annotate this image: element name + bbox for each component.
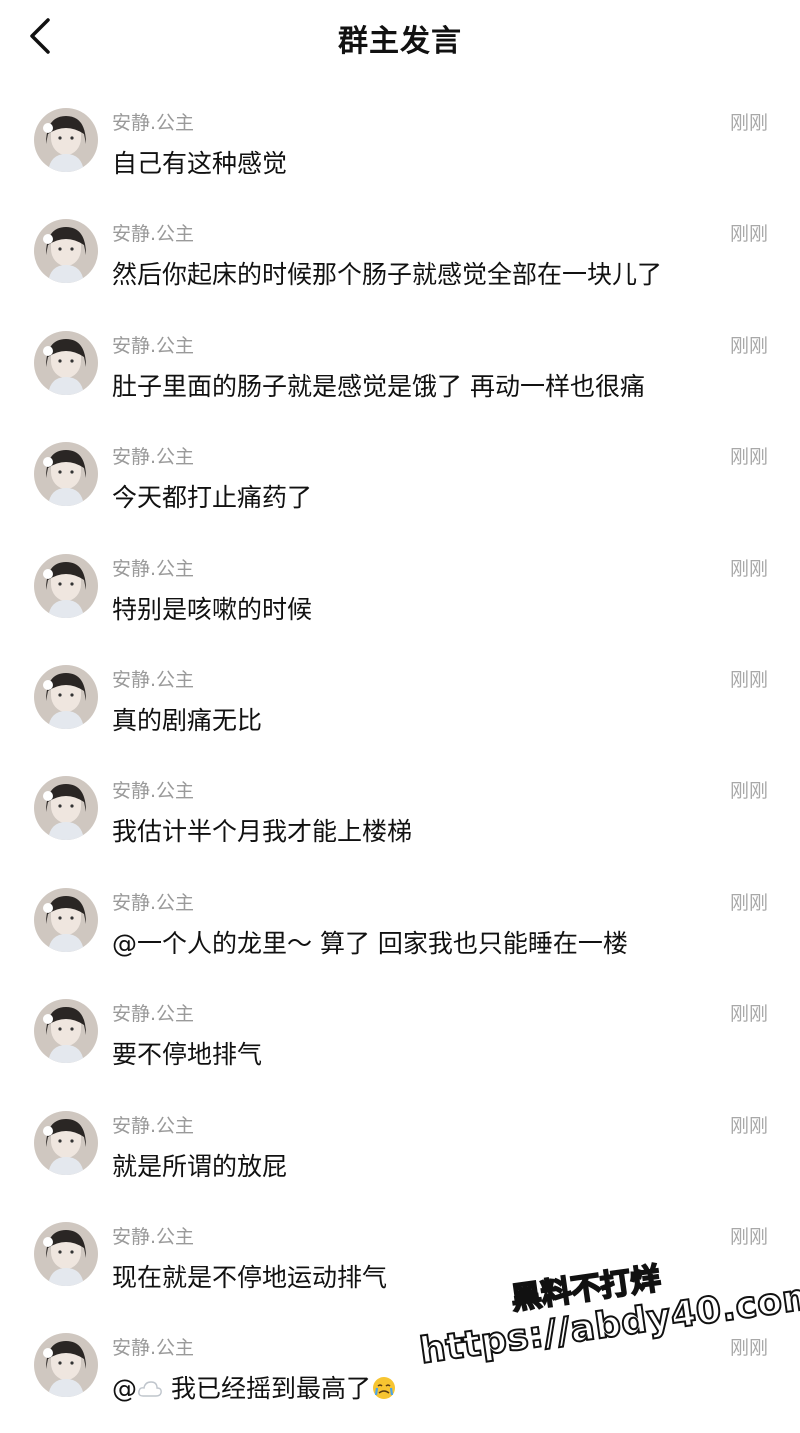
message-item[interactable]: 安静.公主 刚刚 现在就是不停地运动排气 bbox=[0, 1210, 800, 1321]
message-time: 刚刚 bbox=[729, 112, 768, 134]
message-time: 刚刚 bbox=[729, 1225, 768, 1248]
message-item[interactable]: 安静.公主 刚刚 真的剧痛无比 bbox=[0, 653, 800, 764]
message-text: 肚子里面的肠子就是感觉是饿了 再动一样也很痛 bbox=[112, 371, 645, 401]
message-text-suffix: 我已经摇到最高了 bbox=[163, 1374, 371, 1404]
sender-name: 安静.公主 bbox=[112, 112, 195, 134]
message-time: 刚刚 bbox=[729, 1003, 768, 1026]
avatar[interactable] bbox=[34, 887, 98, 952]
message-item[interactable]: 安静.公主 刚刚 @一个人的龙里～ 算了 回家我也只能睡在一楼 bbox=[0, 876, 800, 987]
avatar[interactable] bbox=[34, 219, 98, 284]
sender-name: 安静.公主 bbox=[112, 223, 195, 246]
sender-name: 安静.公主 bbox=[112, 446, 195, 469]
sender-name: 安静.公主 bbox=[112, 334, 195, 357]
avatar[interactable] bbox=[34, 776, 98, 841]
message-item[interactable]: 安静.公主 刚刚 特别是咳嗽的时候 bbox=[0, 542, 800, 653]
message-text: 然后你起床的时候那个肠子就感觉全部在一块儿了 bbox=[112, 260, 663, 290]
avatar[interactable] bbox=[34, 1333, 98, 1398]
message-time: 刚刚 bbox=[729, 334, 768, 357]
message-item[interactable]: 安静.公主 刚刚 自己有这种感觉 bbox=[0, 96, 800, 207]
message-text: @一个人的龙里～ 算了 回家我也只能睡在一楼 bbox=[112, 928, 628, 958]
sender-name: 安静.公主 bbox=[112, 891, 195, 914]
avatar[interactable] bbox=[34, 330, 98, 395]
message-text: 真的剧痛无比 bbox=[112, 705, 263, 735]
message-time: 刚刚 bbox=[729, 1114, 768, 1137]
message-time: 刚刚 bbox=[729, 668, 768, 691]
avatar[interactable] bbox=[34, 999, 98, 1064]
message-text: 就是所谓的放屁 bbox=[112, 1151, 288, 1181]
crying-face-emoji-icon bbox=[372, 1377, 395, 1400]
avatar[interactable] bbox=[34, 664, 98, 729]
cloud-emoji-icon bbox=[138, 1381, 162, 1397]
message-time: 刚刚 bbox=[729, 557, 768, 580]
message-item[interactable]: 安静.公主 刚刚 我估计半个月我才能上楼梯 bbox=[0, 764, 800, 875]
message-item[interactable]: 安静.公主 刚刚 要不停地排气 bbox=[0, 987, 800, 1098]
message-text: 自己有这种感觉 bbox=[112, 149, 288, 178]
message-text: 我估计半个月我才能上楼梯 bbox=[112, 817, 413, 847]
avatar[interactable] bbox=[34, 442, 98, 507]
mention-prefix[interactable]: @ bbox=[112, 1374, 137, 1403]
sender-name: 安静.公主 bbox=[112, 1114, 195, 1137]
message-text: 现在就是不停地运动排气 bbox=[112, 1262, 388, 1292]
message-text: 要不停地排气 bbox=[112, 1040, 263, 1070]
page-title: 群主发言 bbox=[338, 24, 462, 59]
message-item[interactable]: 安静.公主 刚刚 就是所谓的放屁 bbox=[0, 1099, 800, 1210]
sender-name: 安静.公主 bbox=[112, 1337, 195, 1360]
sender-name: 安静.公主 bbox=[112, 668, 195, 691]
sender-name: 安静.公主 bbox=[112, 557, 195, 580]
message-time: 刚刚 bbox=[729, 780, 768, 803]
avatar[interactable] bbox=[34, 1221, 98, 1286]
message-time: 刚刚 bbox=[729, 446, 768, 469]
message-text: @ 我已经摇到最高了 bbox=[112, 1369, 740, 1405]
message-text: 今天都打止痛药了 bbox=[112, 483, 313, 513]
sender-name: 安静.公主 bbox=[112, 780, 195, 803]
avatar[interactable] bbox=[34, 1110, 98, 1175]
message-item[interactable]: 安静.公主 刚刚 肚子里面的肠子就是感觉是饿了 再动一样也很痛 bbox=[0, 319, 800, 430]
message-item[interactable]: 安静.公主 刚刚 @ 我已经摇到最高了 bbox=[0, 1321, 800, 1432]
avatar[interactable] bbox=[34, 108, 98, 172]
sender-name: 安静.公主 bbox=[112, 1003, 195, 1026]
message-list[interactable]: 安静.公主 刚刚 自己有这种感觉 安静.公主 刚刚 然后你起床的时候那个肠子就感… bbox=[0, 96, 800, 1433]
message-time: 刚刚 bbox=[729, 891, 768, 914]
message-time: 刚刚 bbox=[729, 1337, 768, 1360]
message-item[interactable]: 安静.公主 刚刚 今天都打止痛药了 bbox=[0, 430, 800, 541]
top-bar: 群主发言 bbox=[0, 0, 800, 72]
sender-name: 安静.公主 bbox=[112, 1225, 195, 1248]
avatar[interactable] bbox=[34, 553, 98, 618]
message-item[interactable]: 安静.公主 刚刚 然后你起床的时候那个肠子就感觉全部在一块儿了 bbox=[0, 207, 800, 318]
message-time: 刚刚 bbox=[729, 223, 768, 246]
message-text: 特别是咳嗽的时候 bbox=[112, 594, 313, 624]
